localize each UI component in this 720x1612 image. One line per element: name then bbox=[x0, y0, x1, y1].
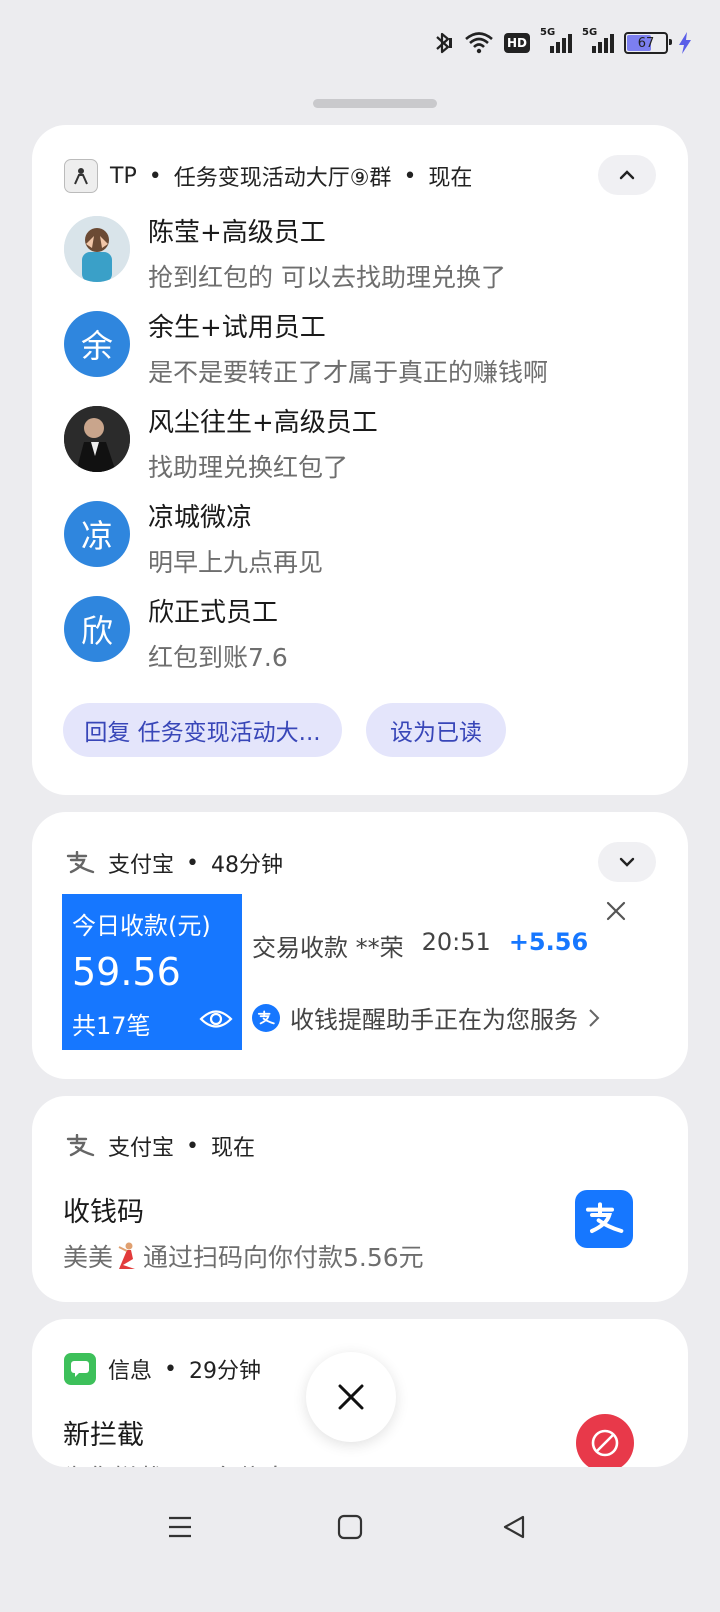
alipay-income-notification[interactable]: 支付宝 • 48分钟 今日收款(元) 59.56 共17笔 交易收款 **荣 2… bbox=[32, 812, 688, 1079]
charging-icon bbox=[678, 31, 692, 55]
alipay-logo-icon bbox=[64, 847, 96, 879]
block-icon bbox=[576, 1414, 634, 1467]
shade-drag-handle[interactable] bbox=[313, 99, 437, 108]
wifi-icon bbox=[464, 31, 494, 55]
message-text: 明早上九点再见 bbox=[148, 548, 324, 577]
notification-header: 支付宝 • 现在 bbox=[64, 1130, 255, 1162]
notification-header: 支付宝 • 48分钟 bbox=[64, 847, 283, 879]
signal-5g-icon: 5G bbox=[540, 27, 572, 55]
back-icon bbox=[503, 1515, 525, 1539]
bluetooth-icon bbox=[432, 30, 454, 56]
home-nav-button[interactable] bbox=[330, 1507, 370, 1547]
home-icon bbox=[337, 1514, 363, 1540]
clear-all-button[interactable] bbox=[306, 1352, 396, 1442]
group-chat-notification[interactable]: TP • 任务变现活动大厅⑨群 • 现在 陈莹+高级员工 抢到红包的 可以去找助… bbox=[32, 125, 688, 795]
transaction-amount: +5.56 bbox=[508, 928, 589, 956]
close-icon bbox=[338, 1384, 364, 1410]
menu-nav-button[interactable] bbox=[162, 1507, 198, 1547]
message-item[interactable]: 风尘往生+高级员工 找助理兑换红包了 bbox=[64, 406, 664, 486]
back-nav-button[interactable] bbox=[496, 1507, 532, 1547]
hd-icon: HD bbox=[503, 33, 530, 53]
alipay-logo-icon bbox=[64, 1130, 96, 1162]
message-text: 是不是要转正了才属于真正的赚钱啊 bbox=[148, 358, 549, 387]
notification-text: 美美 通过扫码向你付款5.56元 bbox=[63, 1241, 424, 1272]
chevron-up-icon bbox=[619, 170, 635, 180]
message-text: 找助理兑换红包了 bbox=[148, 453, 349, 482]
reply-button[interactable]: 回复 任务变现活动大... bbox=[63, 703, 342, 757]
messages-app-icon bbox=[64, 1353, 96, 1385]
chevron-down-icon bbox=[619, 857, 635, 867]
transaction-label: 交易收款 **荣 bbox=[252, 934, 404, 962]
menu-icon bbox=[169, 1516, 191, 1538]
sender-name: 风尘往生+高级员工 bbox=[148, 408, 378, 438]
sender-name: 欣正式员工 bbox=[148, 598, 279, 628]
sender-name: 余生+试用员工 bbox=[148, 313, 326, 343]
avatar bbox=[64, 216, 130, 282]
notification-header: TP • 任务变现活动大厅⑨群 • 现在 bbox=[64, 159, 472, 193]
tile-count: 共17笔 bbox=[72, 1012, 151, 1040]
avatar: 欣 bbox=[64, 596, 130, 662]
message-item[interactable]: 凉 凉城微凉 明早上九点再见 bbox=[64, 501, 664, 581]
eye-icon[interactable] bbox=[199, 1006, 233, 1036]
tp-app-icon bbox=[64, 159, 98, 193]
assistant-link[interactable]: 收钱提醒助手正在为您服务 bbox=[252, 1000, 600, 1035]
avatar bbox=[64, 406, 130, 472]
message-item[interactable]: 欣 欣正式员工 红包到账7.6 bbox=[64, 596, 664, 676]
battery-icon: 67 bbox=[624, 32, 672, 54]
tile-amount: 59.56 bbox=[72, 950, 181, 994]
notification-text: 为您拦截了一条信息 bbox=[63, 1459, 288, 1467]
tile-title: 今日收款(元) bbox=[72, 912, 211, 940]
alipay-qr-notification[interactable]: 支付宝 • 现在 收钱码 美美 通过扫码向你付款5.56元 bbox=[32, 1096, 688, 1302]
sender-name: 陈莹+高级员工 bbox=[148, 218, 326, 248]
avatar: 余 bbox=[64, 311, 130, 377]
message-text: 抢到红包的 可以去找助理兑换了 bbox=[148, 263, 506, 292]
message-item[interactable]: 陈莹+高级员工 抢到红包的 可以去找助理兑换了 bbox=[64, 216, 664, 296]
alipay-badge-icon bbox=[252, 1003, 280, 1032]
sender-name: 凉城微凉 bbox=[148, 503, 253, 533]
expand-button[interactable] bbox=[598, 842, 656, 882]
avatar: 凉 bbox=[64, 501, 130, 567]
notification-title: 新拦截 bbox=[63, 1420, 144, 1451]
notification-header: 信息 • 29分钟 bbox=[64, 1353, 261, 1385]
message-text: 红包到账7.6 bbox=[148, 643, 288, 672]
daily-income-tile[interactable]: 今日收款(元) 59.56 共17笔 bbox=[62, 894, 242, 1050]
dancer-emoji-icon bbox=[113, 1241, 143, 1271]
collapse-button[interactable] bbox=[598, 155, 656, 195]
status-bar: HD 5G 5G 67 bbox=[432, 26, 692, 60]
mark-read-button[interactable]: 设为已读 bbox=[366, 703, 506, 757]
message-item[interactable]: 余 余生+试用员工 是不是要转正了才属于真正的赚钱啊 bbox=[64, 311, 664, 391]
signal-5g-icon: 5G bbox=[582, 27, 614, 55]
transaction-row: 交易收款 **荣 20:51 +5.56 bbox=[252, 928, 588, 963]
alipay-app-icon bbox=[575, 1190, 633, 1248]
dismiss-button[interactable] bbox=[602, 897, 630, 925]
chevron-right-icon bbox=[589, 1008, 600, 1027]
close-icon bbox=[606, 901, 626, 921]
assistant-text: 收钱提醒助手正在为您服务 bbox=[290, 1006, 578, 1034]
notification-title: 收钱码 bbox=[63, 1197, 144, 1228]
transaction-time: 20:51 bbox=[421, 928, 491, 956]
